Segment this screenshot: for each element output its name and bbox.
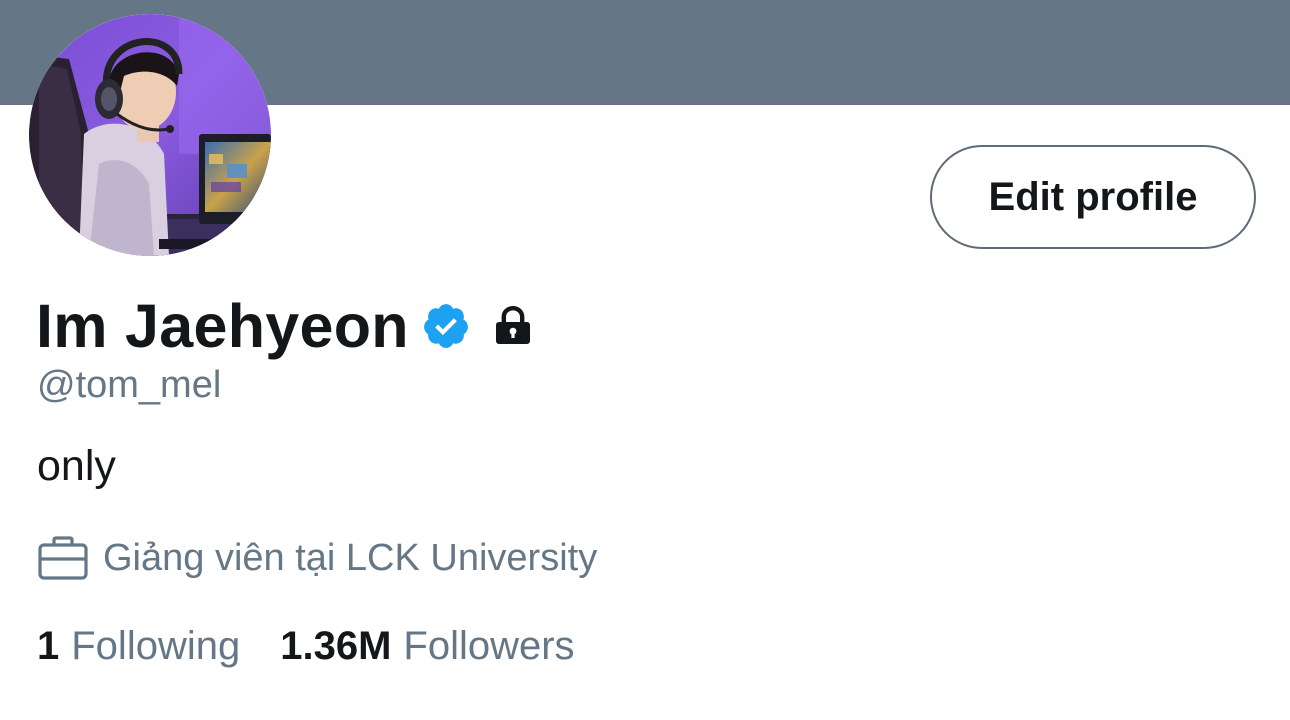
profile-handle: @tom_mel (37, 364, 222, 406)
following-count: 1 (37, 623, 60, 668)
profile-bio: only (37, 442, 116, 490)
display-name: Im Jaehyeon (36, 292, 409, 360)
profile-name-row: Im Jaehyeon (36, 288, 537, 364)
edit-profile-button[interactable]: Edit profile (930, 145, 1256, 249)
briefcase-icon (38, 536, 88, 580)
verified-badge-icon[interactable] (421, 301, 471, 351)
following-label: Following (71, 623, 241, 668)
followers-stat[interactable]: 1.36M Followers (280, 624, 574, 669)
profile-stats: 1 Following 1.36M Followers (37, 620, 575, 672)
followers-label: Followers (403, 623, 575, 668)
following-stat[interactable]: 1 Following (37, 624, 240, 669)
job-text: Giảng viên tại LCK University (103, 536, 598, 579)
followers-count: 1.36M (280, 623, 392, 668)
profile-job: Giảng viên tại LCK University (37, 533, 597, 583)
avatar[interactable] (29, 14, 271, 256)
avatar-image (29, 14, 271, 256)
profile-page: Edit profile Im Jaehyeon @tom_mel only G… (0, 0, 1290, 720)
lock-icon (495, 306, 530, 344)
